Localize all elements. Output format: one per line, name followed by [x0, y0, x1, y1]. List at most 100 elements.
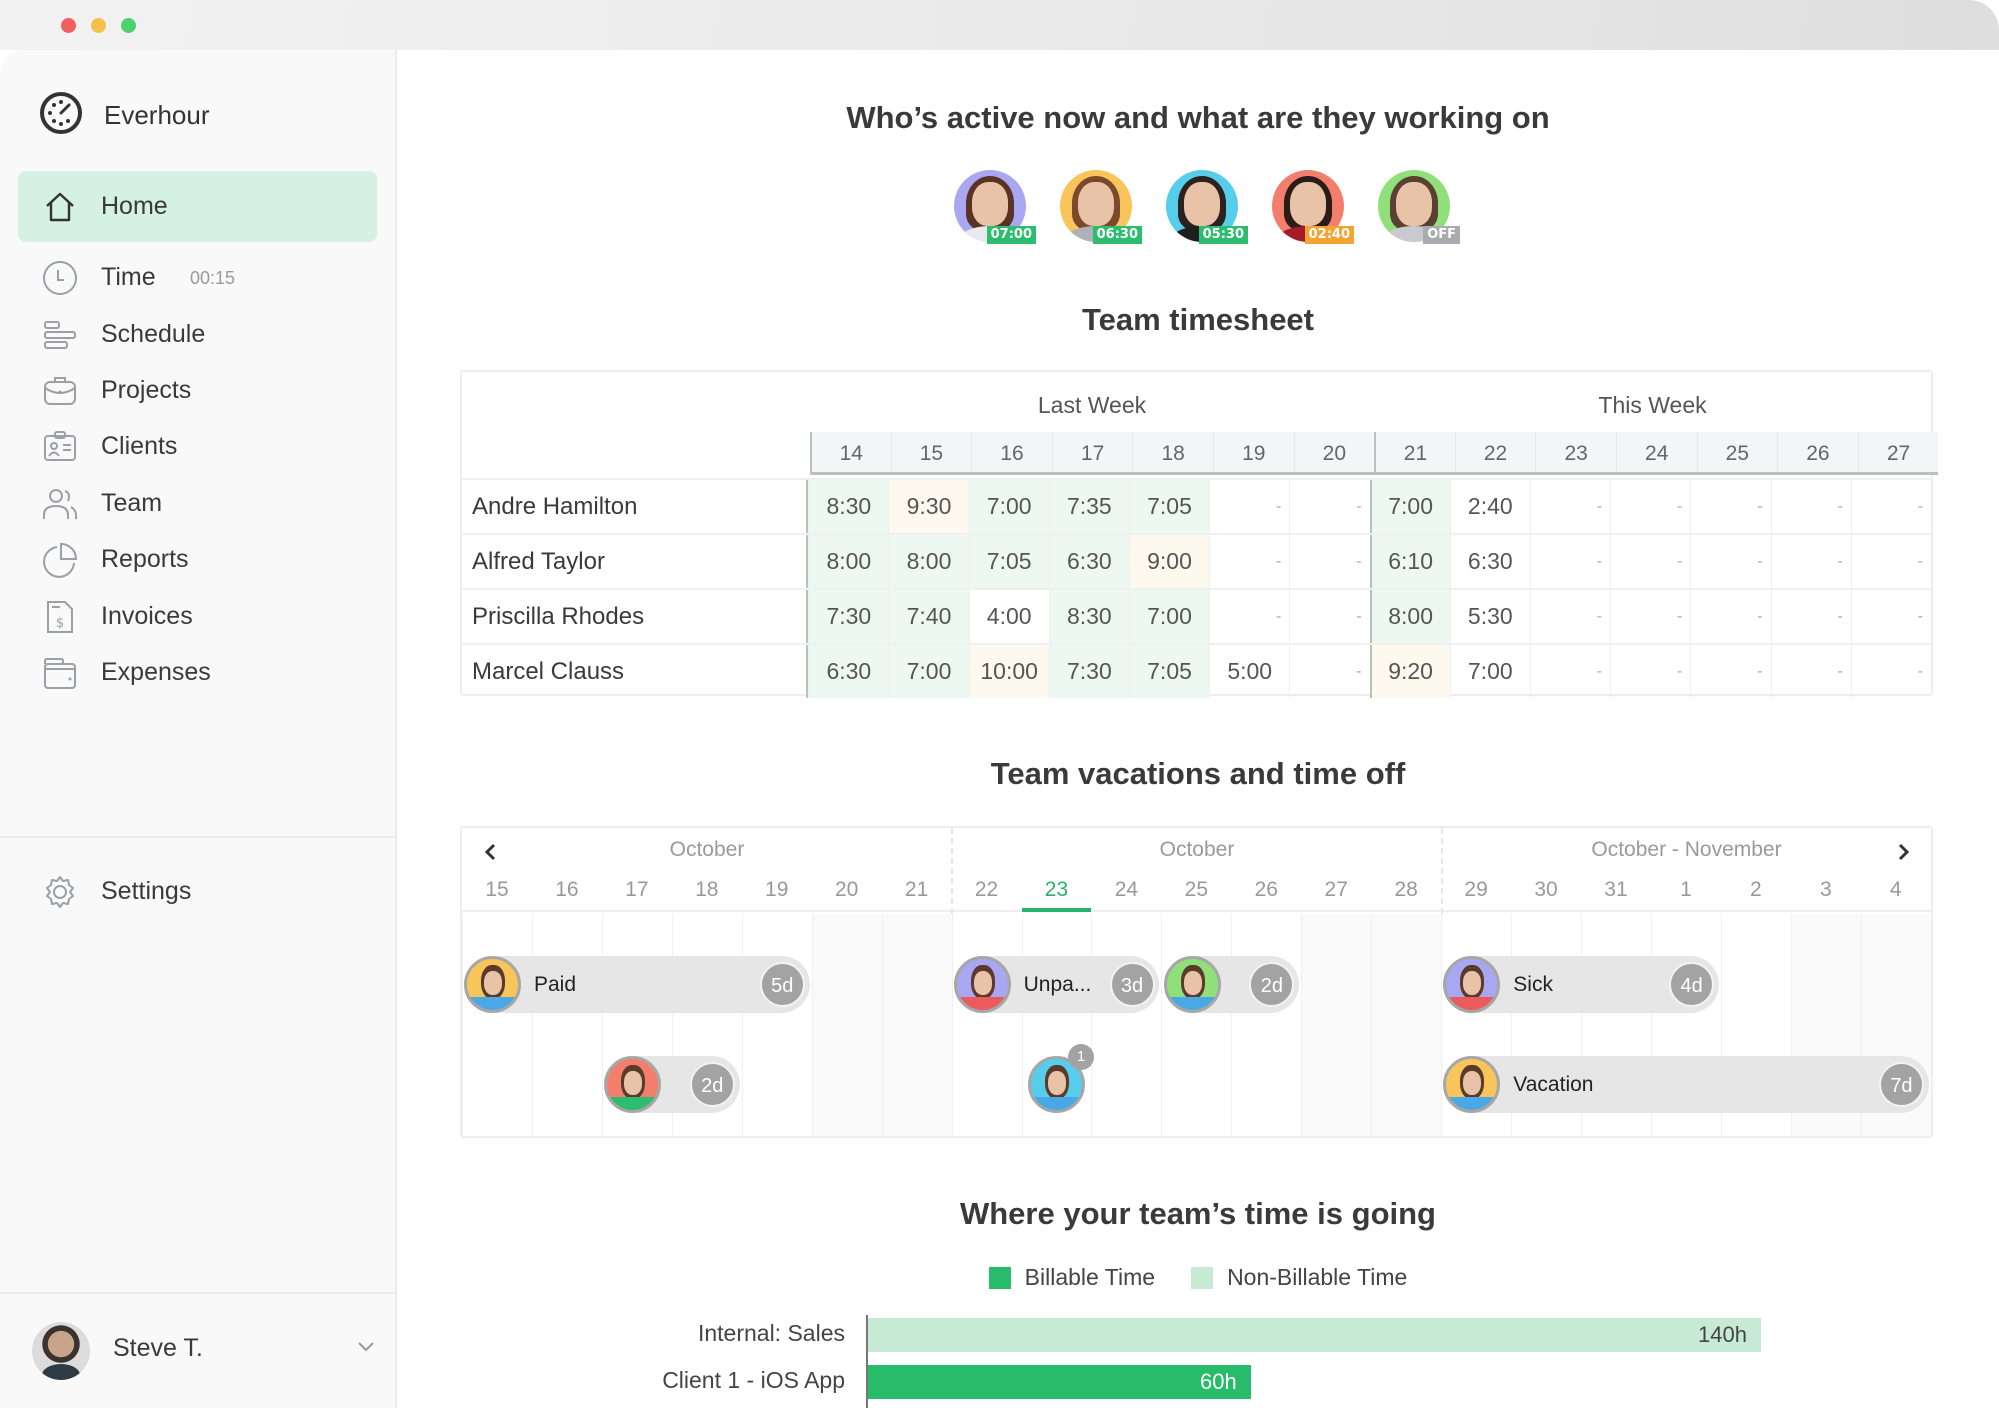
day-label: 24	[1114, 878, 1139, 901]
member-name[interactable]: Marcel Clauss	[462, 645, 809, 698]
time-cell[interactable]: -	[1289, 645, 1369, 698]
window-maximize-button[interactable]	[121, 18, 136, 33]
sidebar-item-settings[interactable]: Settings	[18, 856, 377, 927]
avatar	[1443, 1056, 1501, 1113]
time-cell[interactable]: 8:00	[888, 535, 969, 588]
time-cell[interactable]: -	[1209, 590, 1289, 643]
time-cell[interactable]: 7:05	[1128, 645, 1210, 698]
time-cell[interactable]: -	[1610, 535, 1690, 588]
active-now-title: Who’s active now and what are they worki…	[846, 100, 1550, 135]
time-cell[interactable]: -	[1610, 480, 1690, 533]
time-cell[interactable]: -	[1289, 590, 1369, 643]
time-cell[interactable]: 7:00	[888, 645, 969, 698]
bar-value-label: 60h	[1199, 1369, 1237, 1394]
time-cell[interactable]: 2:40	[1449, 480, 1530, 533]
time-cell[interactable]: -	[1610, 590, 1690, 643]
time-cell[interactable]: 7:00	[1369, 480, 1450, 533]
time-cell[interactable]: -	[1850, 645, 1931, 698]
day-header: 21	[1374, 432, 1455, 472]
time-cell[interactable]: -	[1690, 645, 1770, 698]
legend-item[interactable]: Non-Billable Time	[1191, 1264, 1407, 1291]
time-cell[interactable]: -	[1850, 590, 1931, 643]
time-cell[interactable]: 8:30	[1048, 590, 1129, 643]
chevron-down-icon[interactable]	[356, 1340, 376, 1359]
legend-item[interactable]: Billable Time	[988, 1264, 1156, 1291]
active-user-avatar[interactable]: 07:00	[954, 170, 1036, 246]
user-menu[interactable]: Steve T.	[0, 1292, 395, 1408]
time-cell[interactable]: 7:05	[1128, 480, 1210, 533]
time-cell[interactable]: 6:10	[1369, 535, 1450, 588]
next-period-button[interactable]	[1896, 842, 1912, 867]
time-cell[interactable]: -	[1529, 480, 1610, 533]
member-name[interactable]: Alfred Taylor	[462, 535, 809, 588]
time-cell[interactable]: 7:35	[1048, 480, 1129, 533]
time-cell[interactable]: -	[1850, 535, 1931, 588]
time-cell[interactable]: -	[1690, 590, 1770, 643]
time-cell[interactable]: -	[1850, 480, 1931, 533]
duration-badge: 2d	[689, 1062, 735, 1107]
active-user-avatar[interactable]: 02:40	[1272, 170, 1354, 246]
time-cell[interactable]: 10:00	[968, 645, 1049, 698]
time-cell[interactable]: 7:00	[1128, 590, 1210, 643]
day-column	[951, 914, 1022, 1136]
time-cell[interactable]: -	[1770, 590, 1851, 643]
time-cell[interactable]: -	[1770, 645, 1851, 698]
sidebar-item-label: Time	[101, 263, 156, 291]
window-close-button[interactable]	[61, 18, 76, 33]
time-cell[interactable]: -	[1209, 480, 1289, 533]
time-cell[interactable]: -	[1209, 535, 1289, 588]
sidebar-item-expenses[interactable]: Expenses	[18, 637, 377, 708]
time-cell[interactable]: 7:00	[1449, 645, 1530, 698]
day-header: 23	[1535, 432, 1616, 472]
legend-label: Billable Time	[1024, 1264, 1156, 1290]
legend-label: Non-Billable Time	[1227, 1264, 1408, 1290]
window-minimize-button[interactable]	[91, 18, 106, 33]
sidebar-item-home[interactable]: Home	[18, 171, 377, 242]
day-column	[1301, 914, 1372, 1136]
time-off-type: Vacation	[1513, 1073, 1594, 1096]
active-user-avatar[interactable]: 06:30	[1060, 170, 1142, 246]
time-cell[interactable]: 9:20	[1369, 645, 1450, 698]
time-badge: 07:00	[986, 226, 1036, 244]
time-cell[interactable]: -	[1529, 645, 1610, 698]
time-cell[interactable]: -	[1529, 590, 1610, 643]
time-cell[interactable]: 5:30	[1449, 590, 1530, 643]
time-cell[interactable]: 5:00	[1209, 645, 1289, 698]
time-cell[interactable]: -	[1289, 535, 1369, 588]
time-cell[interactable]: 8:00	[808, 535, 889, 588]
bar-client-1-ios-app[interactable]: 60h	[868, 1365, 1251, 1399]
time-cell[interactable]: 6:30	[1449, 535, 1530, 588]
prev-period-button[interactable]	[482, 842, 498, 867]
time-cell[interactable]: 8:30	[808, 480, 889, 533]
table-row: Alfred Taylor 8:00 8:00 7:05 6:30 9:00- -6:10 6…	[462, 533, 1931, 588]
time-cell[interactable]: 8:00	[1369, 590, 1450, 643]
member-name[interactable]: Priscilla Rhodes	[462, 590, 809, 643]
time-cell[interactable]: 7:05	[968, 535, 1049, 588]
legend-swatch	[1191, 1266, 1214, 1289]
time-cell[interactable]: 6:30	[808, 645, 889, 698]
active-user-avatar[interactable]: OFF	[1378, 170, 1460, 246]
day-header: 20	[1293, 432, 1375, 472]
time-cell[interactable]: -	[1770, 535, 1851, 588]
time-cell[interactable]: 9:30	[888, 480, 969, 533]
time-cell[interactable]: 7:40	[888, 590, 969, 643]
vacations-title: Team vacations and time off	[990, 756, 1406, 791]
time-cell[interactable]: 9:00	[1128, 535, 1210, 588]
time-cell[interactable]: 6:30	[1048, 535, 1129, 588]
time-cell[interactable]: -	[1690, 480, 1770, 533]
day-label: 27	[1324, 878, 1348, 901]
time-cell[interactable]: 4:00	[968, 590, 1049, 643]
active-user-avatar[interactable]: 05:30	[1166, 170, 1248, 246]
time-cell[interactable]: 7:00	[968, 480, 1049, 533]
day-label: 17	[625, 878, 649, 901]
time-cell[interactable]: -	[1529, 535, 1610, 588]
time-cell[interactable]: -	[1610, 645, 1690, 698]
time-cell[interactable]: 7:30	[808, 590, 889, 643]
time-cell[interactable]: -	[1770, 480, 1851, 533]
brand[interactable]: Everhour	[38, 90, 210, 140]
time-cell[interactable]: 7:30	[1048, 645, 1129, 698]
member-name[interactable]: Andre Hamilton	[462, 480, 809, 533]
bar-internal-sales[interactable]: 140h	[868, 1318, 1761, 1352]
time-cell[interactable]: -	[1289, 480, 1369, 533]
time-cell[interactable]: -	[1690, 535, 1770, 588]
